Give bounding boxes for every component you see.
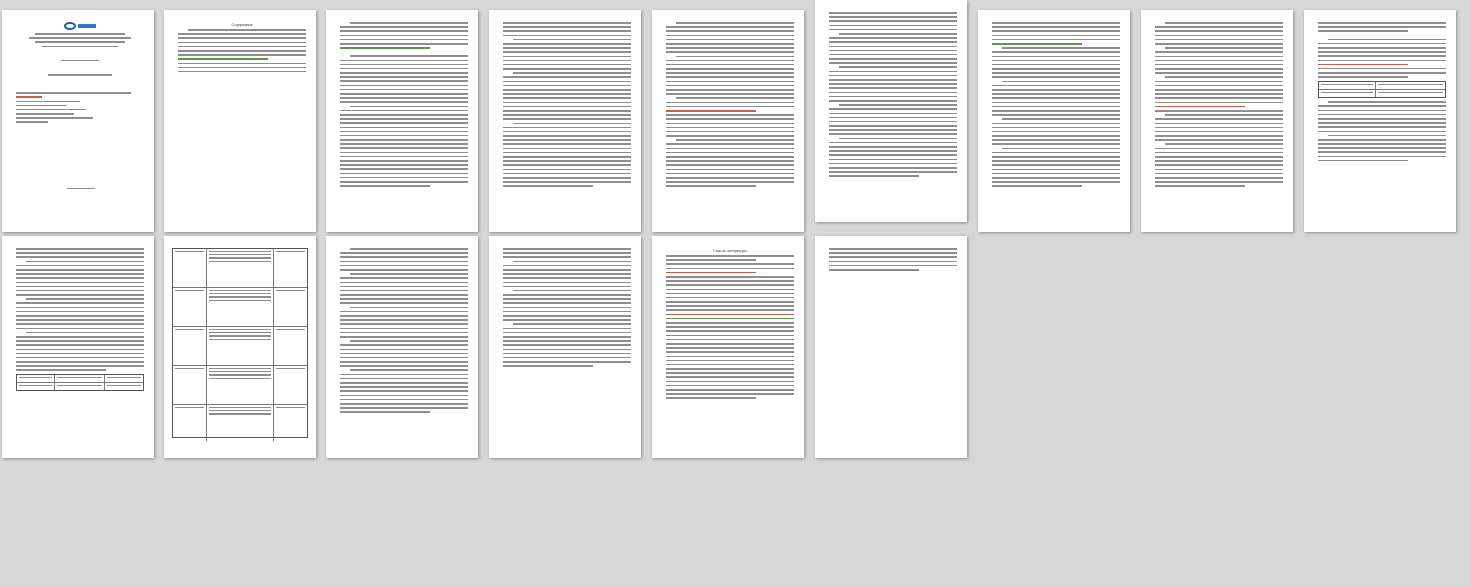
page-thumbnail-14[interactable]: Список литературы (652, 236, 804, 458)
page-thumbnail-9[interactable] (1304, 10, 1456, 232)
page-thumbnail-12[interactable] (326, 236, 478, 458)
page-thumbnail-7[interactable] (978, 10, 1130, 232)
page-thumbnail-11[interactable] (164, 236, 316, 458)
data-table (1318, 80, 1446, 99)
page-thumbnail-4[interactable] (489, 10, 641, 232)
page-thumbnail-3[interactable] (326, 10, 478, 232)
page-thumbnail-13[interactable] (489, 236, 641, 458)
data-table (172, 248, 308, 441)
references-heading: Список литературы (713, 248, 747, 253)
document-viewport[interactable]: Содержание Список литературы (0, 0, 1471, 587)
page-thumbnail-2[interactable]: Содержание (164, 10, 316, 232)
page-thumbnail-15[interactable] (815, 236, 967, 458)
page-thumbnail-10[interactable] (2, 236, 154, 458)
page-thumbnail-1[interactable] (2, 10, 154, 232)
page-thumbnail-8[interactable] (1141, 10, 1293, 232)
data-table (16, 374, 144, 392)
toc-heading: Содержание (231, 22, 253, 27)
page-thumbnail-6[interactable] (815, 0, 967, 222)
page-thumbnail-5[interactable] (652, 10, 804, 232)
university-logo-icon (60, 22, 100, 30)
